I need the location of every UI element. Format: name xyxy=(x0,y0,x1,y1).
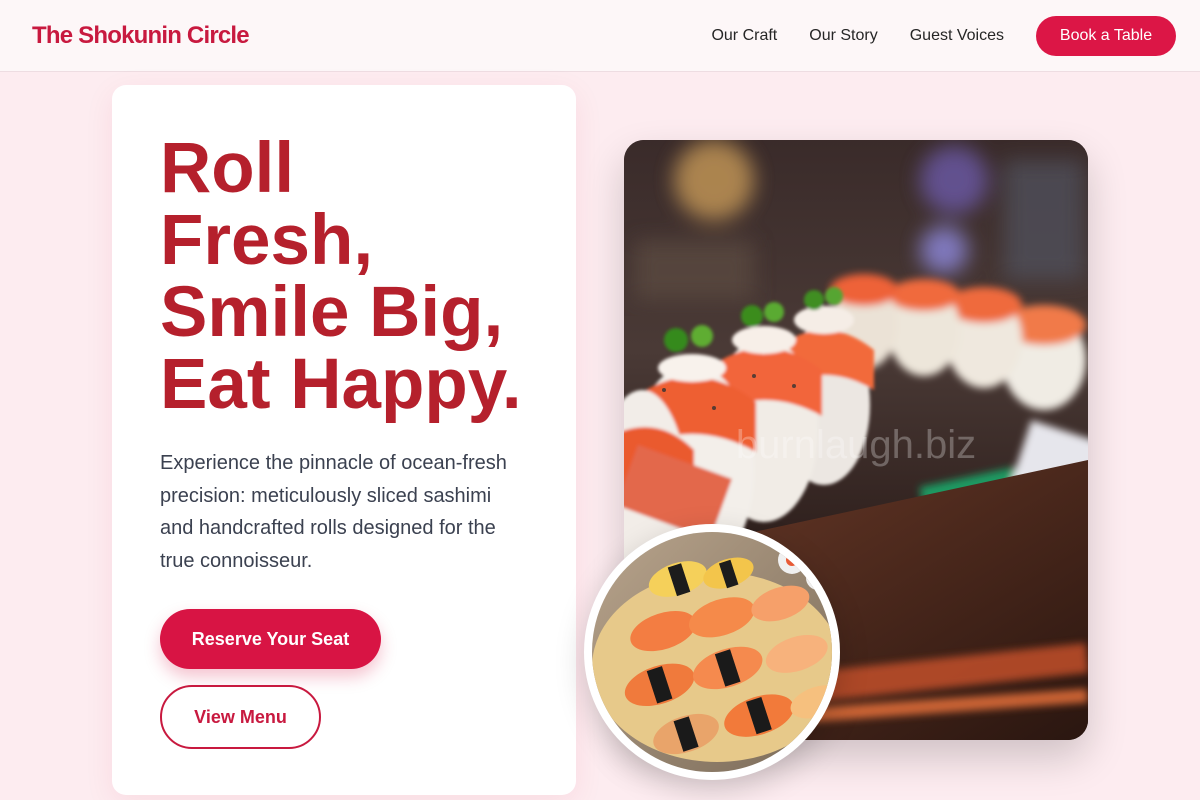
hero-card: Roll Fresh, Smile Big, Eat Happy. Experi… xyxy=(112,85,576,795)
headline-line-4: Eat Happy. xyxy=(160,345,522,424)
nigiri-inset-image xyxy=(592,532,832,772)
nav-link-guest-voices[interactable]: Guest Voices xyxy=(910,27,1004,45)
view-menu-button[interactable]: View Menu xyxy=(160,685,321,749)
headline-line-2: Fresh, xyxy=(160,201,374,280)
nav-link-our-story[interactable]: Our Story xyxy=(809,27,877,45)
book-a-table-button[interactable]: Book a Table xyxy=(1036,15,1176,56)
image-watermark: burnlaugh.biz xyxy=(736,423,976,467)
brand-logo-text[interactable]: The Shokunin Circle xyxy=(32,22,250,50)
nav-link-our-craft[interactable]: Our Craft xyxy=(711,27,777,45)
reserve-your-seat-button[interactable]: Reserve Your Seat xyxy=(160,609,381,669)
nav-links: Our Craft Our Story Guest Voices Book a … xyxy=(711,15,1176,56)
hero-description: Experience the pinnacle of ocean-fresh p… xyxy=(160,452,507,572)
nigiri-inset-photo xyxy=(584,524,840,780)
hero-headline: Roll Fresh, Smile Big, Eat Happy. xyxy=(160,133,528,421)
headline-line-1: Roll xyxy=(160,129,295,208)
headline-line-3: Smile Big, xyxy=(160,273,504,352)
top-navbar: The Shokunin Circle Our Craft Our Story … xyxy=(0,0,1200,72)
